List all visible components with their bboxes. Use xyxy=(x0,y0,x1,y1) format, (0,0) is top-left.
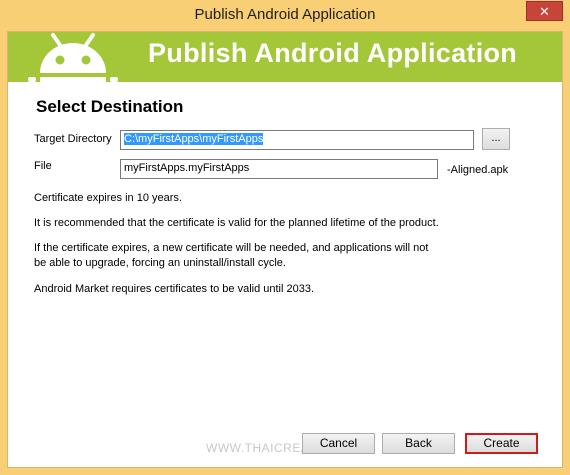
file-name-value: myFirstApps.myFirstApps xyxy=(124,162,250,174)
publish-dialog: Publish Android Application ✕ Publish An… xyxy=(0,0,570,475)
window-title: Publish Android Application xyxy=(194,6,376,23)
expiry-warning-line-2: be able to upgrade, forcing an uninstall… xyxy=(34,257,286,269)
target-directory-input[interactable]: C:\myFirstApps\myFirstApps xyxy=(120,130,474,150)
target-directory-value: C:\myFirstApps\myFirstApps xyxy=(124,133,264,145)
browse-button[interactable]: ... xyxy=(482,128,510,150)
create-button[interactable]: Create xyxy=(465,433,538,454)
market-requirement-text: Android Market requires certificates to … xyxy=(34,283,315,295)
title-bar[interactable]: Publish Android Application ✕ xyxy=(0,0,570,31)
recommendation-text: It is recommended that the certificate i… xyxy=(34,217,439,229)
cert-expiry-text: Certificate expires in 10 years. xyxy=(34,192,182,204)
file-label: File xyxy=(34,160,52,172)
back-button[interactable]: Back xyxy=(382,433,455,454)
header-banner: Publish Android Application xyxy=(8,32,562,82)
dialog-content: Publish Android Application Select Desti… xyxy=(7,31,563,468)
close-button[interactable]: ✕ xyxy=(526,1,563,21)
cancel-button[interactable]: Cancel xyxy=(302,433,375,454)
section-heading: Select Destination xyxy=(36,97,184,116)
android-logo-icon xyxy=(28,33,118,82)
target-directory-label: Target Directory xyxy=(34,133,112,145)
file-name-input[interactable]: myFirstApps.myFirstApps xyxy=(120,159,438,179)
banner-title: Publish Android Application xyxy=(148,38,518,68)
file-suffix-label: -Aligned.apk xyxy=(447,164,509,176)
expiry-warning-line-1: If the certificate expires, a new certif… xyxy=(34,242,429,254)
